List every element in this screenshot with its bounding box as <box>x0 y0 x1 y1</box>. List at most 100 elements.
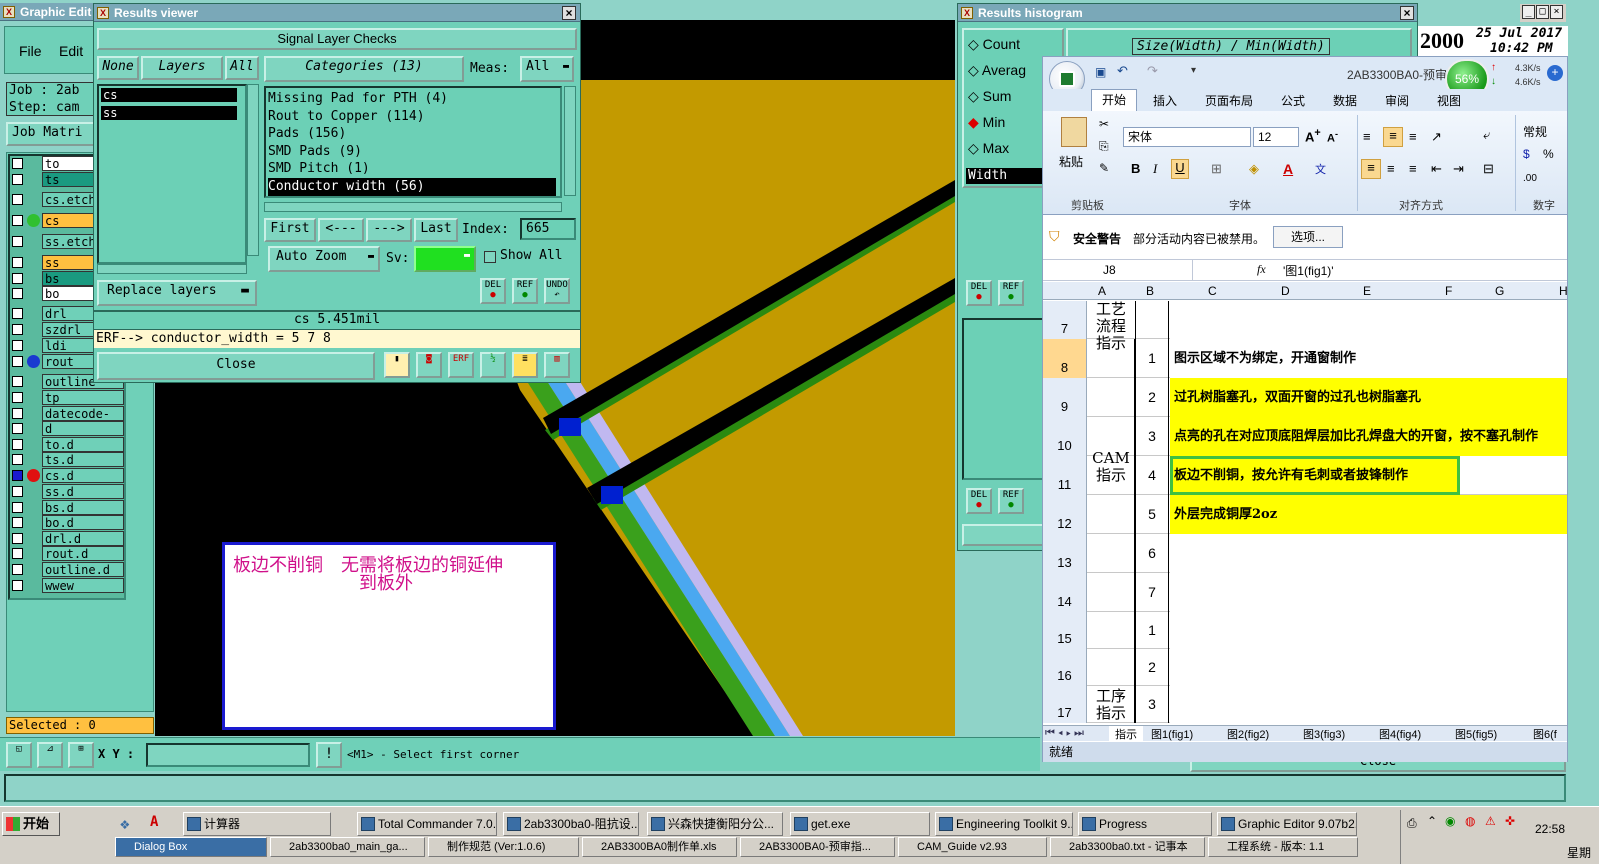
font-name-box[interactable]: 宋体 <box>1123 127 1251 147</box>
grid-icon[interactable]: ⊞ <box>68 742 94 768</box>
quicklaunch-icon[interactable]: ❖ <box>120 814 130 833</box>
sheet-row[interactable]: 9 2 过孔树脂塞孔，双面开窗的过孔也树脂塞孔 <box>1043 378 1567 417</box>
first-button[interactable]: First <box>264 218 316 242</box>
row-number[interactable]: 16 <box>1043 649 1087 686</box>
name-box[interactable]: J8 <box>1043 260 1193 280</box>
layer-checkbox[interactable] <box>12 408 23 419</box>
taskbar-button[interactable]: 计算器 <box>183 812 331 836</box>
histogram-icon[interactable]: ▥ <box>544 352 570 378</box>
zoom-window-icon[interactable]: ◱ <box>6 742 32 768</box>
number-format-box[interactable]: 常规 <box>1523 123 1547 140</box>
hist-del-button-2[interactable]: DEL ● <box>966 488 992 514</box>
categories-list[interactable]: Missing Pad for PTH (4) Rout to Copper (… <box>264 86 562 198</box>
increase-indent-icon[interactable]: ⇥ <box>1453 161 1464 177</box>
taskbar-button[interactable]: 2ab3300ba0_main_ga... <box>270 837 425 857</box>
align-left-icon[interactable]: ≡ <box>1361 159 1381 179</box>
categories-header[interactable]: Categories (13) <box>264 56 464 82</box>
layer-checkbox[interactable] <box>12 194 23 205</box>
cell-number[interactable]: 2 <box>1135 649 1169 686</box>
rv-layer-cs[interactable]: cs <box>101 88 237 102</box>
record-icon[interactable]: ◙ <box>416 352 442 378</box>
cell-section[interactable]: 工序指示 <box>1089 688 1133 722</box>
taskbar-button[interactable]: 2AB3300BA0-预审指... <box>740 837 895 857</box>
bold-icon[interactable]: B <box>1131 161 1140 176</box>
layer-checkbox[interactable] <box>12 356 23 367</box>
currency-icon[interactable]: $ <box>1523 147 1530 161</box>
pdf-icon[interactable]: A <box>150 814 158 830</box>
hist-del-button[interactable]: DEL ● <box>966 280 992 306</box>
cell-number[interactable]: 6 <box>1135 534 1169 573</box>
sheet-row[interactable]: 12 5 外层完成铜厚2oz <box>1043 495 1567 534</box>
cell-instruction[interactable] <box>1170 612 1567 649</box>
paste-label[interactable]: 粘贴 <box>1059 153 1083 170</box>
ref-button[interactable]: REF ● <box>512 278 538 304</box>
option-min[interactable]: ◆ Min <box>968 114 1005 131</box>
paste-icon[interactable] <box>1061 117 1087 147</box>
taskbar-button[interactable]: Dialog Box <box>115 837 267 857</box>
layer-checkbox[interactable] <box>12 470 23 481</box>
all-button[interactable]: All <box>225 56 259 80</box>
align-right-icon[interactable]: ≡ <box>1409 161 1417 176</box>
index-field[interactable]: 665 <box>520 218 576 240</box>
layer-checkbox[interactable] <box>12 486 23 497</box>
cell-number[interactable]: 7 <box>1135 573 1169 612</box>
sheet-row[interactable]: 16 2 <box>1043 649 1567 686</box>
sheet-nav-icon[interactable]: ⏮ ◂ ▸ ⏭ <box>1045 727 1084 740</box>
none-button[interactable]: None <box>97 56 139 80</box>
cell-instruction[interactable] <box>1170 573 1567 612</box>
cut-icon[interactable]: ✂ <box>1099 117 1109 131</box>
layer-row[interactable]: wwew <box>10 578 125 593</box>
percent-icon[interactable]: % <box>1543 147 1554 161</box>
hist-ref-button[interactable]: REF ● <box>998 280 1024 306</box>
next-button[interactable]: ---> <box>366 218 412 242</box>
categories-hscroll[interactable] <box>264 202 562 212</box>
layer-row[interactable]: d <box>10 421 125 436</box>
hist-close-stub[interactable] <box>962 524 1046 546</box>
layers-button[interactable]: Layers <box>141 56 223 80</box>
replace-layers-dropdown[interactable]: Replace layers ▬ <box>97 280 257 306</box>
results-viewer-titlebar[interactable]: X Results viewer × <box>94 4 580 22</box>
layer-checkbox[interactable] <box>12 174 23 185</box>
cell-number[interactable]: 3 <box>1135 686 1169 723</box>
orientation-icon[interactable]: ↗ <box>1431 129 1442 145</box>
taskbar-button[interactable]: CAM_Guide v2.93 <box>898 837 1047 857</box>
qat-undo-icon[interactable]: ↶ <box>1117 63 1128 79</box>
col-h[interactable]: H <box>1559 284 1568 298</box>
layer-row[interactable]: rout.d <box>10 546 125 561</box>
align-center-icon[interactable]: ≡ <box>1387 161 1395 176</box>
sheet-row[interactable]: 15 1 <box>1043 612 1567 649</box>
copy-icon[interactable]: ⎘ <box>1099 139 1109 154</box>
cell-number[interactable]: 4 <box>1135 456 1169 495</box>
layer-row[interactable]: bo.d <box>10 515 125 530</box>
layer-checkbox[interactable] <box>12 564 23 575</box>
shrink-font-icon[interactable]: A- <box>1327 129 1338 145</box>
layer-row[interactable]: cs.d <box>10 468 125 483</box>
row-number[interactable]: 7 <box>1043 301 1087 339</box>
layer-checkbox[interactable] <box>12 533 23 544</box>
option-count[interactable]: ◇ Count <box>968 36 1020 53</box>
cell-instruction[interactable] <box>1170 534 1567 573</box>
layer-checkbox[interactable] <box>12 502 23 513</box>
cell-instruction[interactable]: 图示区域不为绑定，开通窗制作 <box>1170 339 1567 378</box>
cell-section[interactable]: CAM指示 <box>1089 450 1133 484</box>
wrap-text-icon[interactable]: ⤶ <box>1483 127 1490 143</box>
taskbar-button[interactable]: 工程系统 - 版本: 1.1 <box>1208 837 1358 857</box>
xy-input[interactable] <box>146 743 310 767</box>
font-color-icon[interactable]: A <box>1283 161 1293 177</box>
taskbar-button[interactable]: Engineering Toolkit 9.... <box>935 812 1073 836</box>
col-g[interactable]: G <box>1495 284 1504 298</box>
col-d[interactable]: D <box>1281 284 1290 298</box>
cell-instruction[interactable] <box>1170 649 1567 686</box>
option-max[interactable]: ◇ Max <box>968 140 1009 157</box>
tab-review[interactable]: 审阅 <box>1385 92 1409 109</box>
cell-instruction[interactable]: 点亮的孔在对应顶底阻焊层加比孔焊盘大的开窗，按不塞孔制作 <box>1170 417 1567 456</box>
last-button[interactable]: Last <box>414 218 458 242</box>
taskbar-button[interactable]: Total Commander 7.0... <box>357 812 497 836</box>
col-f[interactable]: F <box>1445 284 1452 298</box>
cell-number[interactable]: 1 <box>1135 612 1169 649</box>
tray-net-icon[interactable]: ◍ <box>1465 814 1475 828</box>
phonetic-icon[interactable]: 文 <box>1315 161 1326 177</box>
category-item[interactable]: SMD Pads (9) <box>268 143 560 161</box>
categories-scrollbar[interactable] <box>564 86 576 196</box>
row-number[interactable]: 15 <box>1043 612 1087 649</box>
